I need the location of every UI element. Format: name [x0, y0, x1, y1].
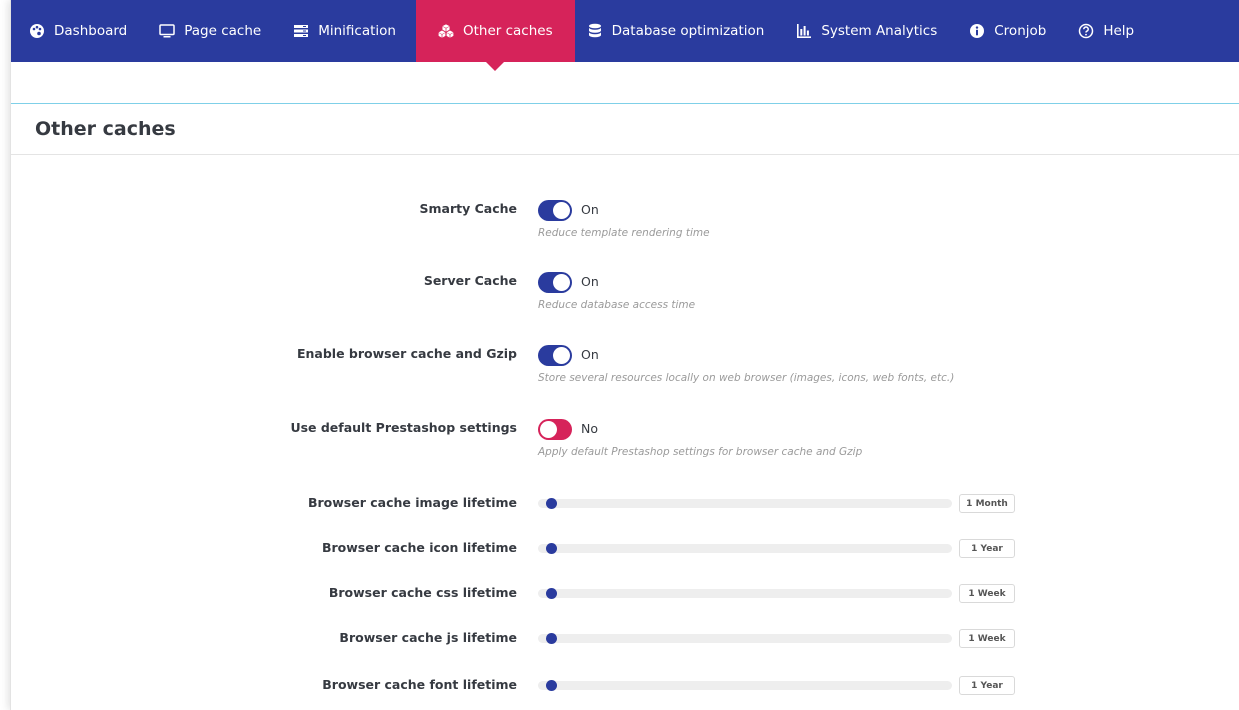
toggle-state: On [581, 274, 599, 289]
toggle-state: On [581, 347, 599, 362]
slider-value-badge: 1 Year [959, 676, 1015, 695]
toggle-knob [553, 347, 570, 364]
bar-chart-icon [796, 23, 812, 39]
js-lifetime-slider[interactable] [538, 633, 952, 644]
setting-label: Enable browser cache and Gzip [296, 346, 517, 361]
font-lifetime-slider[interactable] [538, 680, 952, 691]
panel-header: Other caches [11, 104, 1239, 155]
toggle-state: No [581, 421, 598, 436]
slider-value-badge: 1 Month [959, 494, 1015, 513]
icon-lifetime-slider[interactable] [538, 543, 952, 554]
nav-database-optimization[interactable]: Database optimization [575, 0, 785, 62]
slider-thumb[interactable] [546, 498, 557, 509]
nav-page-cache[interactable]: Page cache [147, 0, 281, 62]
server-icon [293, 23, 309, 39]
nav-label: Other caches [462, 23, 553, 39]
slider-label: Browser cache font lifetime [322, 677, 517, 692]
palette-icon [29, 23, 45, 39]
setting-hint: Reduce database access time [538, 299, 696, 311]
database-icon [587, 23, 603, 39]
nav-minification[interactable]: Minification [281, 0, 416, 62]
slider-label: Browser cache css lifetime [328, 585, 517, 600]
setting-label: Use default Prestashop settings [290, 420, 517, 435]
setting-label: Smarty Cache [419, 201, 518, 216]
setting-label: Server Cache [423, 273, 517, 288]
toggle-knob [540, 421, 557, 438]
slider-value-badge: 1 Week [959, 629, 1015, 648]
slider-thumb[interactable] [546, 633, 557, 644]
nav-dashboard[interactable]: Dashboard [17, 0, 147, 62]
slider-thumb[interactable] [546, 680, 557, 691]
toggle-state: On [581, 202, 599, 217]
slider-label: Browser cache image lifetime [307, 495, 517, 510]
nav-label: System Analytics [821, 23, 938, 39]
toggle-knob [553, 202, 570, 219]
slider-value-badge: 1 Week [959, 584, 1015, 603]
nav-help[interactable]: Help [1066, 0, 1154, 62]
slider-value-badge: 1 Year [959, 539, 1015, 558]
nav-label: Page cache [184, 23, 262, 39]
page-title: Other caches [35, 118, 176, 140]
info-circle-icon [969, 23, 985, 39]
nav-other-caches[interactable]: Other caches [415, 0, 575, 71]
nav-label: Cronjob [994, 23, 1047, 39]
browser-cache-gzip-toggle[interactable] [538, 345, 572, 366]
default-prestashop-toggle[interactable] [538, 419, 572, 440]
top-navigation: Dashboard Page cache Minification Other … [11, 0, 1239, 71]
server-cache-toggle[interactable] [538, 272, 572, 293]
setting-hint: Store several resources locally on web b… [538, 372, 955, 384]
slider-label: Browser cache js lifetime [339, 630, 517, 645]
nav-label: Database optimization [611, 23, 765, 39]
setting-hint: Apply default Prestashop settings for br… [538, 446, 863, 458]
slider-label: Browser cache icon lifetime [321, 540, 517, 555]
module-frame: Dashboard Page cache Minification Other … [10, 0, 1239, 710]
setting-hint: Reduce template rendering time [538, 227, 710, 239]
cubes-icon [438, 23, 454, 39]
css-lifetime-slider[interactable] [538, 588, 952, 599]
monitor-icon [159, 23, 175, 39]
nav-cronjob[interactable]: Cronjob [957, 0, 1066, 62]
slider-thumb[interactable] [546, 543, 557, 554]
image-lifetime-slider[interactable] [538, 498, 952, 509]
toggle-knob [553, 274, 570, 291]
question-circle-icon [1078, 23, 1094, 39]
nav-label: Minification [318, 23, 396, 39]
nav-label: Dashboard [54, 23, 128, 39]
nav-system-analytics[interactable]: System Analytics [784, 0, 957, 62]
nav-label: Help [1103, 23, 1135, 39]
slider-thumb[interactable] [546, 588, 557, 599]
smarty-cache-toggle[interactable] [538, 200, 572, 221]
